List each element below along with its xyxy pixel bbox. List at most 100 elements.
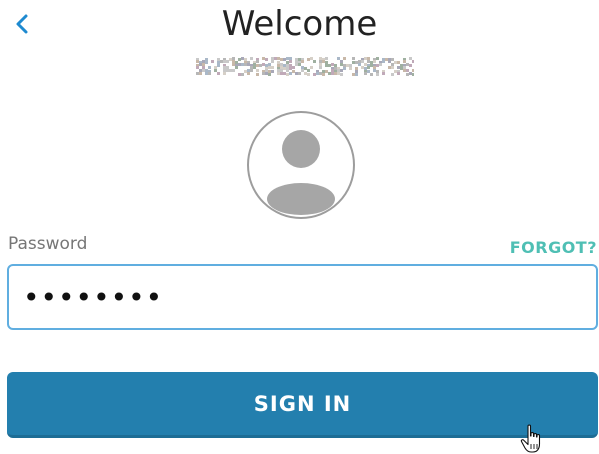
redaction-pixel [367, 70, 370, 73]
redaction-pixel [289, 64, 292, 67]
redaction-pixel [238, 73, 241, 76]
redaction-pixel [226, 69, 229, 72]
redaction-pixel [277, 69, 280, 72]
redaction-pixel [319, 60, 322, 63]
redaction-pixel [253, 63, 256, 66]
redaction-pixel [262, 72, 265, 75]
redaction-pixel [352, 73, 355, 76]
redaction-pixel [391, 63, 394, 66]
redaction-pixel [232, 63, 235, 66]
redaction-pixel [319, 72, 322, 75]
redaction-pixel [364, 72, 367, 75]
redaction-pixel [247, 69, 250, 72]
redaction-pixel [301, 69, 304, 72]
redaction-pixel [340, 63, 343, 66]
redaction-pixel [337, 69, 340, 72]
redaction-pixel [325, 57, 328, 60]
redaction-pixel [403, 69, 406, 72]
user-avatar-icon [267, 130, 335, 215]
redaction-pixel [277, 61, 280, 64]
password-field[interactable] [7, 264, 598, 330]
redaction-pixel [334, 64, 337, 67]
redaction-pixel [358, 60, 361, 63]
redaction-pixel [319, 66, 322, 69]
redaction-pixel [205, 69, 208, 72]
redaction-pixel [280, 69, 283, 72]
redaction-pixel [271, 66, 274, 69]
redaction-pixel [403, 66, 406, 69]
redaction-pixel [265, 69, 268, 72]
redaction-pixel [199, 63, 202, 66]
redaction-pixel [250, 57, 253, 60]
redaction-pixel [229, 58, 232, 61]
redaction-pixel [301, 60, 304, 63]
redaction-pixel [286, 61, 289, 64]
redaction-pixel [217, 58, 220, 61]
redaction-pixel [370, 73, 373, 76]
redaction-pixel [400, 67, 403, 70]
redaction-pixel [343, 64, 346, 67]
redaction-pixel [289, 57, 292, 60]
redaction-pixel [268, 63, 271, 66]
redaction-pixel [199, 69, 202, 72]
redaction-pixel [232, 60, 235, 63]
redaction-pixel [295, 72, 298, 75]
redaction-pixel [367, 66, 370, 69]
redaction-pixel [355, 67, 358, 70]
redaction-pixel [202, 69, 205, 72]
redaction-pixel [238, 58, 241, 61]
redaction-pixel [325, 70, 328, 73]
redaction-pixel [274, 57, 277, 60]
redaction-pixel [262, 63, 265, 66]
redaction-pixel [286, 57, 289, 60]
redaction-pixel [382, 60, 385, 63]
redaction-pixel [325, 64, 328, 67]
redaction-pixel [232, 69, 235, 72]
redaction-pixel [343, 67, 346, 70]
redaction-pixel [328, 72, 331, 75]
redaction-pixel [196, 72, 199, 75]
redaction-pixel [286, 69, 289, 72]
redaction-pixel [256, 64, 259, 67]
redaction-pixel [391, 66, 394, 69]
redaction-pixel [364, 67, 367, 70]
redaction-pixel [319, 63, 322, 66]
password-input[interactable] [23, 280, 596, 314]
redaction-pixel [223, 72, 226, 75]
redaction-pixel [283, 58, 286, 61]
redaction-pixel [217, 72, 220, 75]
redaction-pixel [406, 63, 409, 66]
redaction-pixel [313, 73, 316, 76]
redaction-pixel [349, 67, 352, 70]
redaction-pixel [349, 64, 352, 67]
avatar [247, 111, 355, 219]
redaction-pixel [397, 72, 400, 75]
redaction-pixel [265, 72, 268, 75]
redaction-pixel [256, 60, 259, 63]
redaction-pixel [376, 64, 379, 67]
redaction-pixel [412, 60, 414, 63]
sign-in-button[interactable]: SIGN IN [7, 372, 598, 438]
redaction-pixel [346, 64, 349, 67]
redaction-pixel [247, 63, 250, 66]
redaction-pixel [226, 66, 229, 69]
redaction-pixel [259, 64, 262, 67]
redaction-pixel [202, 63, 205, 66]
page-title: Welcome [221, 4, 378, 44]
redaction-pixel [205, 72, 208, 75]
redaction-pixel [289, 67, 292, 70]
redaction-pixel [208, 66, 211, 69]
redaction-pixel [355, 70, 358, 73]
redaction-pixel [247, 72, 250, 75]
redaction-pixel [289, 72, 292, 75]
redaction-pixel [337, 72, 340, 75]
redaction-pixel [403, 60, 406, 63]
redaction-pixel [313, 60, 316, 63]
redaction-pixel [217, 64, 220, 67]
redaction-pixel [397, 61, 400, 64]
redaction-pixel [283, 64, 286, 67]
redaction-pixel [250, 69, 253, 72]
forgot-password-link[interactable]: FORGOT? [510, 237, 597, 259]
redaction-pixel [409, 72, 412, 75]
redaction-pixel [295, 63, 298, 66]
